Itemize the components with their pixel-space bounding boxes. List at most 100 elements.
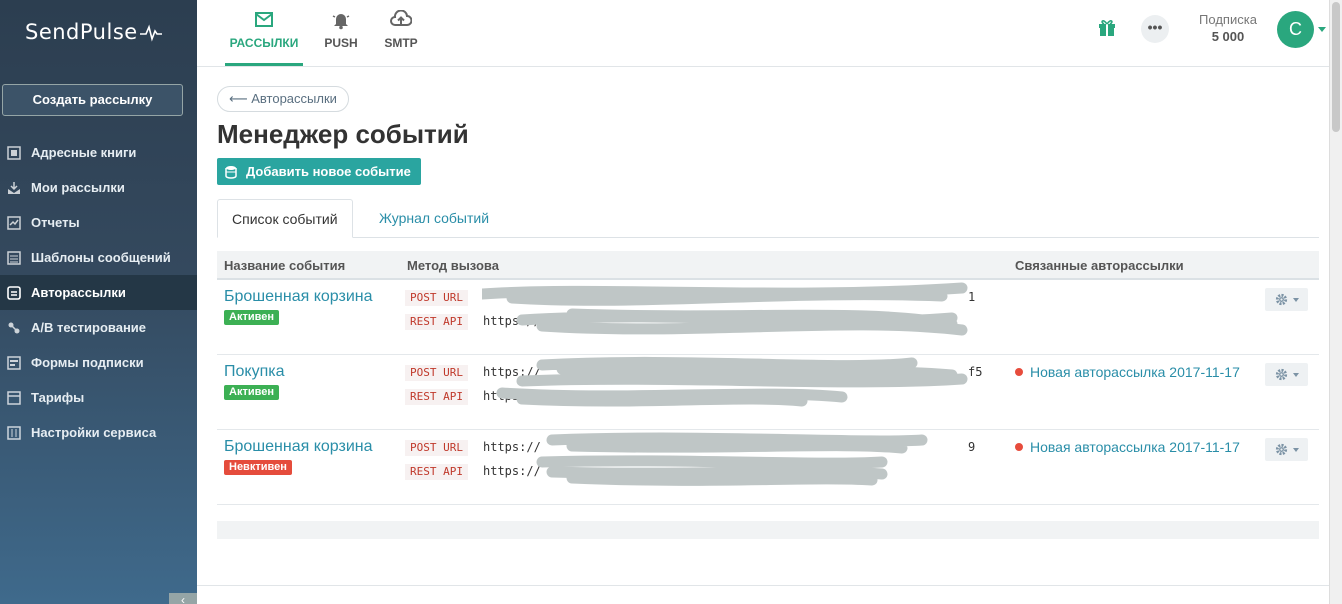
sidebar-item-label: Формы подписки xyxy=(31,355,144,370)
back-to-automation-button[interactable]: ⟵ Авторассылки xyxy=(217,86,349,112)
gear-icon xyxy=(1275,368,1288,381)
chevron-down-icon xyxy=(1293,297,1299,302)
url-tail: f5 xyxy=(968,365,983,379)
chevron-down-icon xyxy=(1293,372,1299,377)
event-tabs: Список событий Журнал событий xyxy=(217,199,1319,238)
sidebar-item-automation[interactable]: Авторассылки xyxy=(0,275,197,310)
sidebar-item-forms[interactable]: Формы подписки xyxy=(0,345,197,380)
row-settings-button[interactable] xyxy=(1265,288,1308,311)
event-name-link[interactable]: Покупка xyxy=(224,363,285,381)
tab-label: РАССЫЛКИ xyxy=(229,36,299,50)
linked-automation-label: Новая авторассылка 2017-11-17 xyxy=(1030,364,1240,380)
column-header-method: Метод вызова xyxy=(407,258,499,273)
scrollbar-thumb[interactable] xyxy=(1332,2,1340,132)
table-row: Брошенная корзина Активен POST URL REST … xyxy=(217,280,1319,355)
status-dot xyxy=(1015,443,1023,451)
sidebar-item-address-books[interactable]: Адресные книги xyxy=(0,135,197,170)
url-tail: 9 xyxy=(968,440,976,454)
rest-url[interactable]: https:// xyxy=(483,464,541,478)
sidebar-item-pricing[interactable]: Тарифы xyxy=(0,380,197,415)
gear-icon xyxy=(1275,443,1288,456)
row-settings-button[interactable] xyxy=(1265,438,1308,461)
sidebar-item-label: Шаблоны сообщений xyxy=(31,250,171,265)
sidebar: SendPulse Создать рассылку Адресные книг… xyxy=(0,0,197,604)
table-row: Брошенная корзина Невктивен POST URL RES… xyxy=(217,430,1319,505)
sidebar-item-campaigns[interactable]: Мои рассылки xyxy=(0,170,197,205)
table-row: Покупка Активен POST URL REST API https:… xyxy=(217,355,1319,430)
ab-test-icon xyxy=(6,320,22,336)
tab-event-list[interactable]: Список событий xyxy=(217,199,353,238)
add-event-label: Добавить новое событие xyxy=(246,164,411,179)
sidebar-item-label: Адресные книги xyxy=(31,145,137,160)
row-settings-button[interactable] xyxy=(1265,363,1308,386)
add-event-button[interactable]: Добавить новое событие xyxy=(217,158,421,185)
redaction-scribble xyxy=(536,432,928,486)
subscription-label: Подписка xyxy=(1199,12,1257,27)
collapse-sidebar-button[interactable]: ‹ xyxy=(169,593,197,604)
linked-automation-label: Новая авторассылка 2017-11-17 xyxy=(1030,439,1240,455)
status-badge: Активен xyxy=(224,310,279,325)
linked-automation-link[interactable]: Новая авторассылка 2017-11-17 xyxy=(1015,364,1240,380)
scrollbar[interactable] xyxy=(1329,0,1342,604)
tab-campaigns[interactable]: РАССЫЛКИ xyxy=(225,0,303,66)
method-tag-post: POST URL xyxy=(405,290,468,306)
gear-icon xyxy=(1275,293,1288,306)
settings-icon xyxy=(6,425,22,441)
column-header-linked: Связанные авторассылки xyxy=(1015,258,1184,273)
table-footer xyxy=(217,521,1319,539)
topbar: РАССЫЛКИ PUSH SMTP ••• Подписка 5 000 С xyxy=(197,0,1342,67)
database-add-icon xyxy=(225,165,239,179)
redaction-scribble xyxy=(482,282,968,336)
chevron-down-icon xyxy=(1293,447,1299,452)
url-tail: 1 xyxy=(968,290,976,304)
chevron-down-icon[interactable] xyxy=(1318,27,1326,32)
cloud-upload-icon xyxy=(390,10,412,26)
method-tag-rest: REST API xyxy=(405,389,468,405)
campaigns-icon xyxy=(6,180,22,196)
pulse-icon xyxy=(140,24,162,42)
rest-url[interactable]: https:// xyxy=(483,314,541,328)
address-book-icon xyxy=(6,145,22,161)
forms-icon xyxy=(6,355,22,371)
tab-event-log[interactable]: Журнал событий xyxy=(365,199,503,238)
sidebar-item-reports[interactable]: Отчеты xyxy=(0,205,197,240)
tab-label: SMTP xyxy=(384,36,418,50)
sidebar-item-label: Отчеты xyxy=(31,215,80,230)
sidebar-item-label: A/B тестирование xyxy=(31,320,147,335)
method-tag-post: POST URL xyxy=(405,440,468,456)
bell-icon xyxy=(332,14,350,30)
subscription-value: 5 000 xyxy=(1211,29,1245,44)
sidebar-item-templates[interactable]: Шаблоны сообщений xyxy=(0,240,197,275)
events-table: Название события Метод вызова Связанные … xyxy=(217,251,1319,539)
post-url[interactable]: https:// xyxy=(483,365,541,379)
sidebar-item-settings[interactable]: Настройки сервиса xyxy=(0,415,197,450)
status-badge: Невктивен xyxy=(224,460,292,475)
automation-icon xyxy=(6,285,22,301)
logo[interactable]: SendPulse xyxy=(25,20,138,44)
rest-url[interactable]: https:// xyxy=(483,389,541,403)
event-name-link[interactable]: Брошенная корзина xyxy=(224,288,373,306)
sidebar-item-label: Мои рассылки xyxy=(31,180,125,195)
method-tag-rest: REST API xyxy=(405,464,468,480)
templates-icon xyxy=(6,250,22,266)
tab-label: PUSH xyxy=(324,36,358,50)
post-url[interactable]: https:// xyxy=(483,440,541,454)
avatar[interactable]: С xyxy=(1277,11,1314,48)
sidebar-item-label: Тарифы xyxy=(31,390,85,405)
subscription-info[interactable]: Подписка 5 000 xyxy=(1191,12,1265,44)
create-campaign-button[interactable]: Создать рассылку xyxy=(2,84,183,116)
bottom-bar xyxy=(197,585,1329,604)
method-tag-rest: REST API xyxy=(405,314,468,330)
status-badge: Активен xyxy=(224,385,279,400)
pricing-icon xyxy=(6,390,22,406)
gift-icon[interactable] xyxy=(1097,17,1117,37)
linked-automation-link[interactable]: Новая авторассылка 2017-11-17 xyxy=(1015,439,1240,455)
status-dot xyxy=(1015,368,1023,376)
tab-push[interactable]: PUSH xyxy=(321,0,361,66)
event-name-link[interactable]: Брошенная корзина xyxy=(224,438,373,456)
table-header: Название события Метод вызова Связанные … xyxy=(217,251,1319,280)
sidebar-item-ab-testing[interactable]: A/B тестирование xyxy=(0,310,197,345)
column-header-name: Название события xyxy=(224,258,346,273)
more-button[interactable]: ••• xyxy=(1141,15,1169,43)
tab-smtp[interactable]: SMTP xyxy=(381,0,421,66)
